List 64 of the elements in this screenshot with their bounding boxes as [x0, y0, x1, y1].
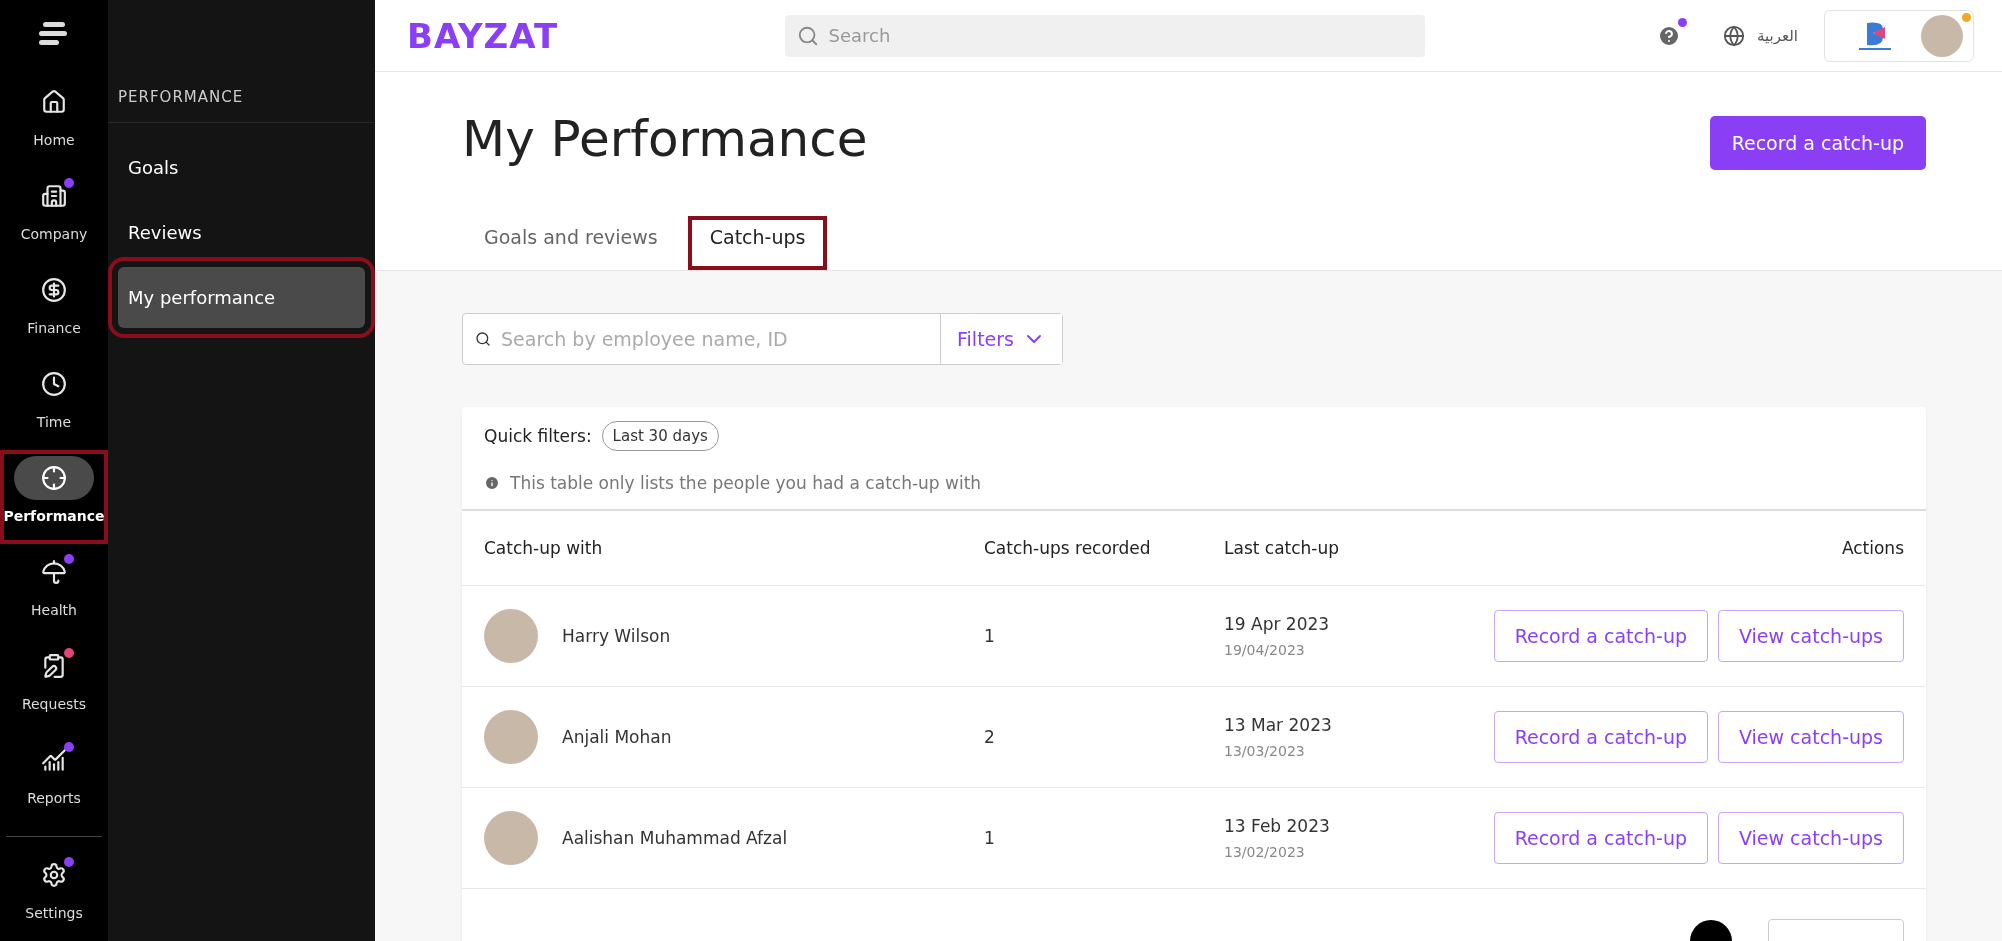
action-button[interactable]: Record a catch-up — [1493, 812, 1708, 864]
profile-button[interactable] — [1824, 9, 1974, 62]
info-text: This table only lists the people you had a catch-up with — [510, 473, 982, 493]
employee-name: Harry Wilson — [562, 626, 671, 646]
action-button[interactable]: View catch-ups — [1718, 812, 1904, 864]
sidebar-item[interactable]: Goals — [118, 137, 365, 198]
date-subtext: 19/04/2023 — [1224, 642, 1306, 658]
employee-name: Anjali Mohan — [562, 727, 672, 747]
clock-icon — [41, 371, 67, 397]
filter-chip[interactable]: Last 30 days — [601, 421, 719, 451]
rail-item[interactable]: Company — [0, 168, 108, 262]
avatar-placeholder — [484, 811, 538, 865]
search-field[interactable]: Search — [784, 14, 1425, 57]
employee-search-field[interactable]: Search by employee name, ID — [463, 314, 941, 364]
table-cell-text: 1 — [984, 626, 996, 646]
chart-icon — [41, 747, 67, 773]
language-link[interactable]: العربية — [1723, 24, 1798, 47]
column-header: Catch-up with — [484, 538, 604, 558]
date-subtext: 13/02/2023 — [1224, 844, 1306, 860]
globe-icon — [1723, 24, 1745, 47]
rail-item[interactable]: Time — [0, 356, 108, 450]
record-catch-up-button[interactable]: Record a catch-up — [1709, 116, 1926, 170]
target-icon — [41, 465, 67, 491]
search-icon — [796, 24, 819, 47]
action-button[interactable]: View catch-ups — [1718, 711, 1904, 763]
table-cell-text: 1 — [984, 828, 996, 848]
employee-search-bar[interactable]: Search by employee name, ID Filters — [462, 313, 1063, 365]
avatar-placeholder — [1921, 14, 1963, 57]
settings-icon — [41, 862, 67, 888]
date-text: 19 Apr 2023 — [1224, 614, 1331, 634]
house-icon — [41, 89, 67, 115]
sidebar-item[interactable]: Reviews — [118, 202, 365, 263]
tab[interactable]: Goals and reviews — [462, 216, 680, 270]
rail-item[interactable]: Performance — [0, 450, 108, 544]
column-header: Actions — [1841, 538, 1904, 558]
quick-filters-label: Quick filters: — [484, 426, 592, 446]
rail-item[interactable]: Health — [0, 544, 108, 638]
rail-item[interactable]: Finance — [0, 262, 108, 356]
rail-item[interactable]: Settings — [0, 847, 108, 941]
dollar-icon — [41, 277, 67, 303]
building-icon — [41, 183, 67, 209]
date-text: 13 Feb 2023 — [1224, 816, 1331, 836]
search-icon — [475, 331, 491, 347]
tab[interactable]: Catch-ups — [687, 216, 828, 270]
date-text: 13 Mar 2023 — [1224, 715, 1333, 735]
action-button[interactable]: View catch-ups — [1718, 610, 1904, 662]
table-cell-text: 2 — [984, 727, 996, 747]
rail-item[interactable]: Home — [0, 74, 108, 168]
rail-item[interactable]: Requests — [0, 638, 108, 732]
clipboard-icon — [41, 653, 67, 679]
logo[interactable]: BAYZAT — [407, 15, 559, 56]
page-title: My Performance — [462, 110, 868, 168]
rail-item[interactable]: Reports — [0, 732, 108, 826]
column-header: Last catch-up — [1224, 538, 1341, 558]
action-button[interactable]: Record a catch-up — [1493, 610, 1708, 662]
info-icon — [484, 475, 500, 491]
avatar-placeholder — [484, 609, 538, 663]
column-header: Catch-ups recorded — [984, 538, 1152, 558]
filters-button[interactable]: Filters — [940, 314, 1062, 364]
date-subtext: 13/03/2023 — [1224, 743, 1306, 759]
action-button[interactable]: Record a catch-up — [1493, 711, 1708, 763]
umbrella-icon — [41, 559, 67, 585]
avatar-placeholder — [484, 710, 538, 764]
employee-name: Aalishan Muhammad Afzal — [562, 828, 788, 848]
